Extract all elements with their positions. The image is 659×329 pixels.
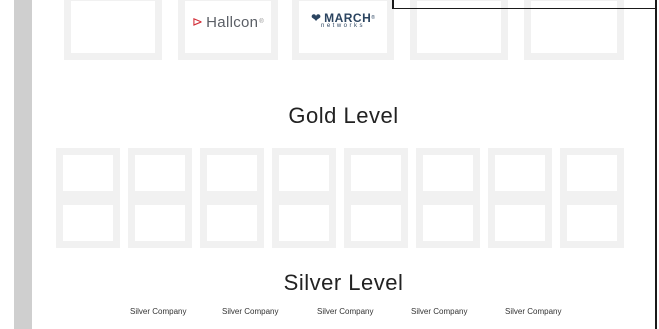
gold-tile <box>416 148 480 198</box>
gold-tile <box>488 148 552 198</box>
silver-company-link[interactable]: Silver Company <box>411 307 467 316</box>
hallcon-registered: ® <box>259 19 265 25</box>
gold-tile <box>200 148 264 198</box>
gold-tile <box>344 198 408 248</box>
gold-tile <box>56 148 120 198</box>
hallcon-triangle-icon: ⊳ <box>191 14 204 29</box>
gold-tile <box>200 198 264 248</box>
gold-tile <box>488 198 552 248</box>
gold-tile <box>272 148 336 198</box>
sponsor-tile-hallcon[interactable]: ⊳ Hallcon ® <box>178 0 278 60</box>
left-margin <box>0 0 14 329</box>
gold-level-heading: Gold Level <box>288 103 399 128</box>
silver-company-link[interactable]: Silver Company <box>317 307 373 316</box>
gold-tile <box>560 148 624 198</box>
silver-level-heading: Silver Level <box>283 270 404 295</box>
sponsor-page: ⊳ Hallcon ® ❤ MARCH ® networks Gold Leve… <box>32 0 655 329</box>
gold-tile <box>272 198 336 248</box>
gold-tile <box>56 198 120 248</box>
left-scroll-rail <box>14 0 32 329</box>
sponsor-tile <box>410 0 508 60</box>
gold-tile <box>416 198 480 248</box>
gold-tile <box>344 148 408 198</box>
right-frame-border <box>655 0 657 329</box>
sponsor-tile <box>524 0 624 60</box>
sponsor-tile-march[interactable]: ❤ MARCH ® networks <box>292 0 394 60</box>
hallcon-name: Hallcon <box>206 13 259 31</box>
silver-company-link[interactable]: Silver Company <box>222 307 278 316</box>
hallcon-logo: ⊳ Hallcon ® <box>185 1 271 43</box>
sponsor-tile <box>64 0 162 60</box>
gold-tile <box>560 198 624 248</box>
march-chevron-icon: ❤ <box>311 11 322 25</box>
march-subtitle: networks <box>320 23 365 29</box>
silver-company-link[interactable]: Silver Company <box>505 307 561 316</box>
gold-tile <box>128 198 192 248</box>
march-registered: ® <box>371 15 375 21</box>
silver-company-link[interactable]: Silver Company <box>130 307 186 316</box>
march-networks-logo: ❤ MARCH ® networks <box>299 11 387 29</box>
gold-tile <box>128 148 192 198</box>
frame-line <box>392 8 655 9</box>
